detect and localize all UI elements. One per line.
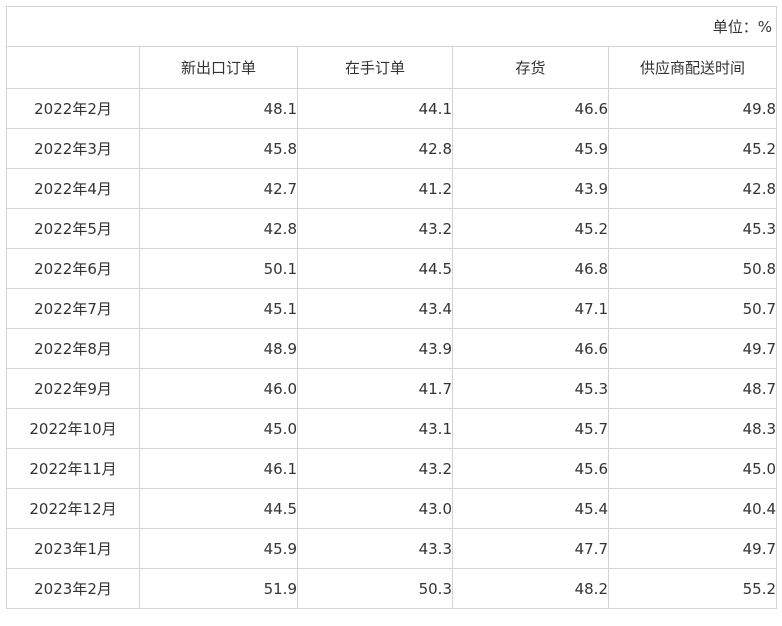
header-row: 新出口订单 在手订单 存货 供应商配送时间 xyxy=(6,46,778,89)
cell-backlog-orders: 43.2 xyxy=(297,208,453,249)
cell-supplier-delivery-time: 49.7 xyxy=(607,328,778,369)
cell-supplier-delivery-time: 40.4 xyxy=(607,488,778,529)
row-month-label: 2022年4月 xyxy=(6,168,140,209)
cell-supplier-delivery-time: 45.2 xyxy=(607,128,778,169)
cell-new-export-orders: 45.8 xyxy=(139,128,298,169)
cell-backlog-orders: 43.4 xyxy=(297,288,453,329)
row-month-label: 2022年3月 xyxy=(6,128,140,169)
cell-inventory: 46.6 xyxy=(452,328,609,369)
cell-supplier-delivery-time: 45.3 xyxy=(607,208,778,249)
cell-supplier-delivery-time: 42.8 xyxy=(607,168,778,209)
header-cell-backlog-orders: 在手订单 xyxy=(297,46,453,89)
header-cell-inventory: 存货 xyxy=(452,46,609,89)
cell-inventory: 43.9 xyxy=(452,168,609,209)
row-month-label: 2022年10月 xyxy=(6,408,140,449)
table-row: 2022年3月 45.8 42.8 45.9 45.2 xyxy=(6,128,778,169)
cell-new-export-orders: 45.1 xyxy=(139,288,298,329)
cell-supplier-delivery-time: 49.7 xyxy=(607,528,778,569)
row-month-label: 2023年2月 xyxy=(6,568,140,609)
cell-supplier-delivery-time: 55.2 xyxy=(607,568,778,609)
table-row: 2022年5月 42.8 43.2 45.2 45.3 xyxy=(6,208,778,249)
cell-inventory: 48.2 xyxy=(452,568,609,609)
cell-inventory: 46.8 xyxy=(452,248,609,289)
row-month-label: 2022年12月 xyxy=(6,488,140,529)
header-cell-new-export-orders: 新出口订单 xyxy=(139,46,298,89)
cell-backlog-orders: 50.3 xyxy=(297,568,453,609)
cell-new-export-orders: 48.9 xyxy=(139,328,298,369)
cell-new-export-orders: 45.0 xyxy=(139,408,298,449)
pmi-subindex-table: 单位：% 新出口订单 在手订单 存货 供应商配送时间 2022年2月 48.1 44… xyxy=(5,6,778,609)
row-month-label: 2022年7月 xyxy=(6,288,140,329)
header-cell-supplier-delivery-time: 供应商配送时间 xyxy=(607,46,778,89)
cell-inventory: 45.6 xyxy=(452,448,609,489)
cell-inventory: 47.1 xyxy=(452,288,609,329)
cell-backlog-orders: 43.3 xyxy=(297,528,453,569)
cell-inventory: 45.4 xyxy=(452,488,609,529)
header-cell-month xyxy=(6,46,140,89)
cell-new-export-orders: 46.0 xyxy=(139,368,298,409)
cell-new-export-orders: 51.9 xyxy=(139,568,298,609)
cell-supplier-delivery-time: 49.8 xyxy=(607,88,778,129)
table-row: 2022年8月 48.9 43.9 46.6 49.7 xyxy=(6,328,778,369)
cell-supplier-delivery-time: 48.3 xyxy=(607,408,778,449)
cell-backlog-orders: 43.2 xyxy=(297,448,453,489)
cell-inventory: 45.3 xyxy=(452,368,609,409)
cell-backlog-orders: 43.9 xyxy=(297,328,453,369)
cell-supplier-delivery-time: 48.7 xyxy=(607,368,778,409)
cell-backlog-orders: 43.0 xyxy=(297,488,453,529)
cell-inventory: 45.7 xyxy=(452,408,609,449)
cell-supplier-delivery-time: 50.8 xyxy=(607,248,778,289)
table-row: 2022年11月 46.1 43.2 45.6 45.0 xyxy=(6,448,778,489)
table-row: 2022年7月 45.1 43.4 47.1 50.7 xyxy=(6,288,778,329)
cell-inventory: 47.7 xyxy=(452,528,609,569)
table-row: 2022年2月 48.1 44.1 46.6 49.8 xyxy=(6,88,778,129)
unit-row: 单位：% xyxy=(5,6,778,47)
row-month-label: 2022年8月 xyxy=(6,328,140,369)
table-row: 2022年12月 44.5 43.0 45.4 40.4 xyxy=(6,488,778,529)
row-month-label: 2022年2月 xyxy=(6,88,140,129)
cell-new-export-orders: 42.7 xyxy=(139,168,298,209)
cell-new-export-orders: 50.1 xyxy=(139,248,298,289)
cell-backlog-orders: 41.7 xyxy=(297,368,453,409)
cell-inventory: 45.9 xyxy=(452,128,609,169)
cell-new-export-orders: 45.9 xyxy=(139,528,298,569)
cell-backlog-orders: 44.5 xyxy=(297,248,453,289)
cell-backlog-orders: 44.1 xyxy=(297,88,453,129)
table-row: 2022年4月 42.7 41.2 43.9 42.8 xyxy=(6,168,778,209)
table-row: 2023年2月 51.9 50.3 48.2 55.2 xyxy=(6,568,778,609)
table-row: 2022年6月 50.1 44.5 46.8 50.8 xyxy=(6,248,778,289)
cell-inventory: 45.2 xyxy=(452,208,609,249)
cell-supplier-delivery-time: 50.7 xyxy=(607,288,778,329)
unit-label: 单位：% xyxy=(5,6,778,47)
cell-backlog-orders: 41.2 xyxy=(297,168,453,209)
row-month-label: 2022年11月 xyxy=(6,448,140,489)
table-row: 2022年10月 45.0 43.1 45.7 48.3 xyxy=(6,408,778,449)
cell-new-export-orders: 48.1 xyxy=(139,88,298,129)
cell-supplier-delivery-time: 45.0 xyxy=(607,448,778,489)
cell-new-export-orders: 42.8 xyxy=(139,208,298,249)
table-row: 2023年1月 45.9 43.3 47.7 49.7 xyxy=(6,528,778,569)
row-month-label: 2022年6月 xyxy=(6,248,140,289)
cell-backlog-orders: 42.8 xyxy=(297,128,453,169)
cell-new-export-orders: 46.1 xyxy=(139,448,298,489)
table-row: 2022年9月 46.0 41.7 45.3 48.7 xyxy=(6,368,778,409)
row-month-label: 2022年9月 xyxy=(6,368,140,409)
row-month-label: 2022年5月 xyxy=(6,208,140,249)
row-month-label: 2023年1月 xyxy=(6,528,140,569)
cell-backlog-orders: 43.1 xyxy=(297,408,453,449)
cell-inventory: 46.6 xyxy=(452,88,609,129)
cell-new-export-orders: 44.5 xyxy=(139,488,298,529)
table-body: 单位：% 新出口订单 在手订单 存货 供应商配送时间 2022年2月 48.1 44… xyxy=(5,6,778,609)
